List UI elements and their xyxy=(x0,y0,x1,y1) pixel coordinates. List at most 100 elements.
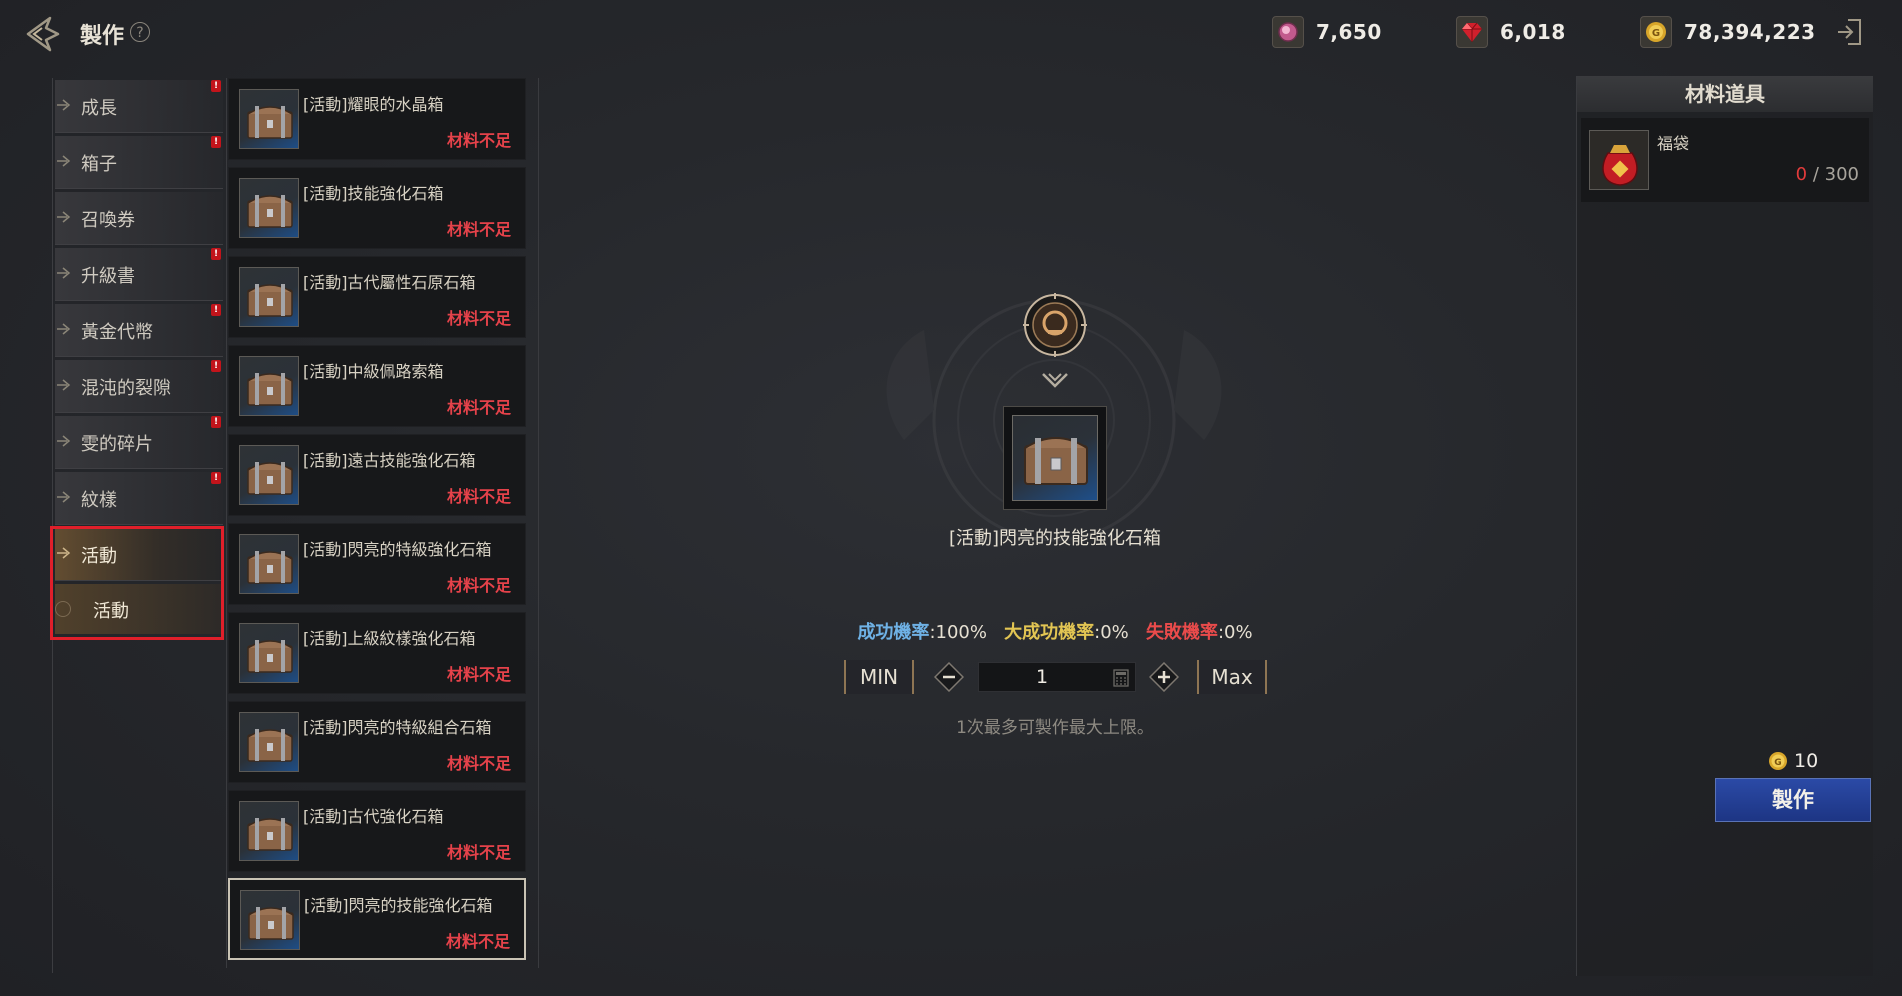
recipe-item[interactable]: [活動]閃亮的特級強化石箱 材料不足 xyxy=(228,523,526,605)
pink-gem-icon xyxy=(1272,16,1304,48)
recipe-name: [活動]閃亮的特級組合石箱 xyxy=(303,718,492,737)
red-ruby-icon xyxy=(1456,16,1488,48)
chevron-right-icon xyxy=(57,99,71,111)
currency-gold[interactable]: G 78,394,223 xyxy=(1640,16,1816,48)
category-fragment[interactable]: 雯的碎片 ! xyxy=(55,416,223,469)
category-summon-ticket[interactable]: 召喚券 xyxy=(55,192,223,245)
recipe-item[interactable]: [活動]技能強化石箱 材料不足 xyxy=(228,167,526,249)
help-icon[interactable]: ? xyxy=(130,22,150,42)
recipe-status: 材料不足 xyxy=(446,487,511,506)
recipe-item[interactable]: [活動]古代屬性石原石箱 材料不足 xyxy=(228,256,526,338)
great-success-rate-label: 大成功機率 xyxy=(1004,622,1095,643)
chevron-right-icon xyxy=(57,267,71,279)
recipe-name: [活動]遠古技能強化石箱 xyxy=(303,451,476,470)
category-label: 升級書 xyxy=(81,266,135,287)
gold-coin-icon: G xyxy=(1769,752,1787,770)
category-label: 紋樣 xyxy=(81,490,117,511)
success-rate-value: :100% xyxy=(929,622,987,643)
craft-cost-value: 10 xyxy=(1794,750,1819,772)
category-label: 召喚券 xyxy=(81,210,135,231)
alert-badge: ! xyxy=(211,304,221,316)
category-label: 成長 xyxy=(81,98,117,119)
recipe-status: 材料不足 xyxy=(446,576,511,595)
craft-cost: G 10 xyxy=(1768,748,1818,774)
material-name: 福袋 xyxy=(1657,134,1690,153)
recipe-item[interactable]: [活動]遠古技能強化石箱 材料不足 xyxy=(228,434,526,516)
recipe-name: [活動]古代屬性石原石箱 xyxy=(303,273,476,292)
recipe-name: [活動]閃亮的特級強化石箱 xyxy=(303,540,492,559)
alert-badge: ! xyxy=(211,80,221,92)
max-button[interactable]: Max xyxy=(1197,660,1267,694)
recipe-name: [活動]閃亮的技能強化石箱 xyxy=(304,896,493,915)
currency-ruby[interactable]: 6,018 xyxy=(1456,16,1566,48)
chest-icon xyxy=(239,267,299,327)
craft-button[interactable]: 製作 xyxy=(1715,778,1871,822)
chevron-right-icon xyxy=(57,211,71,223)
recipe-status: 材料不足 xyxy=(445,932,510,951)
chevron-down-icon xyxy=(1042,373,1068,388)
recipe-name: [活動]技能強化石箱 xyxy=(303,184,444,203)
material-count: 0 / 300 xyxy=(1796,164,1859,185)
recipe-status: 材料不足 xyxy=(446,843,511,862)
recipe-item-selected[interactable]: [活動]閃亮的技能強化石箱 材料不足 xyxy=(228,878,526,960)
category-growth[interactable]: 成長 ! xyxy=(55,80,223,133)
plus-icon[interactable] xyxy=(1149,662,1179,692)
recipe-name: [活動]上級紋樣強化石箱 xyxy=(303,629,476,648)
recipe-status: 材料不足 xyxy=(446,309,511,328)
recipe-name: [活動]古代強化石箱 xyxy=(303,807,444,826)
material-have: 0 xyxy=(1795,164,1808,185)
category-chaos-rift[interactable]: 混沌的裂隙 ! xyxy=(55,360,223,413)
quantity-hint: 1次最多可製作最大上限。 xyxy=(956,718,1154,738)
calculator-icon[interactable] xyxy=(1113,669,1129,687)
chest-icon xyxy=(239,178,299,238)
quantity-input[interactable]: 1 xyxy=(978,662,1136,692)
recipe-status: 材料不足 xyxy=(446,131,511,150)
currency-pink-gem[interactable]: 7,650 xyxy=(1272,16,1382,48)
crafting-skill-icon xyxy=(1023,293,1087,357)
category-label: 黃金代幣 xyxy=(81,322,153,343)
lucky-bag-icon xyxy=(1589,130,1649,190)
page-title: 製作 xyxy=(80,24,125,49)
ruby-count: 6,018 xyxy=(1500,20,1566,44)
category-gold-token[interactable]: 黃金代幣 ! xyxy=(55,304,223,357)
chest-icon xyxy=(239,801,299,861)
selection-highlight-box xyxy=(50,526,224,640)
chevron-right-icon xyxy=(57,491,71,503)
back-arrow-icon[interactable] xyxy=(20,12,64,56)
material-need: 300 xyxy=(1824,164,1859,185)
recipe-item[interactable]: [活動]上級紋樣強化石箱 材料不足 xyxy=(228,612,526,694)
top-bar: 製作 ? 7,650 6,018 G 78,394,223 xyxy=(0,0,1902,70)
great-success-rate-value: :0% xyxy=(1094,622,1129,643)
recipe-item[interactable]: [活動]中級佩路索箱 材料不足 xyxy=(228,345,526,427)
alert-badge: ! xyxy=(211,472,221,484)
recipe-item[interactable]: [活動]古代強化石箱 材料不足 xyxy=(228,790,526,872)
rates-line: 成功機率:100% 大成功機率:0% 失敗機率:0% xyxy=(820,618,1290,644)
divider xyxy=(226,78,227,968)
min-button[interactable]: MIN xyxy=(844,660,914,694)
chest-icon xyxy=(239,89,299,149)
category-pattern[interactable]: 紋樣 ! xyxy=(55,472,223,525)
result-item-slot[interactable] xyxy=(1003,406,1107,510)
chest-icon xyxy=(240,890,300,950)
gold-count: 78,394,223 xyxy=(1684,20,1816,44)
svg-text:G: G xyxy=(1774,758,1781,768)
recipe-item[interactable]: [活動]耀眼的水晶箱 材料不足 xyxy=(228,78,526,160)
category-upgrade-book[interactable]: 升級書 ! xyxy=(55,248,223,301)
category-label: 雯的碎片 xyxy=(81,434,153,455)
alert-badge: ! xyxy=(211,248,221,260)
alert-badge: ! xyxy=(211,136,221,148)
recipe-status: 材料不足 xyxy=(446,754,511,773)
chest-icon xyxy=(239,356,299,416)
category-label: 箱子 xyxy=(81,154,117,175)
chest-icon xyxy=(1012,415,1098,501)
success-rate-label: 成功機率 xyxy=(857,622,930,643)
chest-icon xyxy=(239,534,299,594)
chevron-right-icon xyxy=(57,435,71,447)
recipe-item[interactable]: [活動]閃亮的特級組合石箱 材料不足 xyxy=(228,701,526,783)
exit-icon[interactable] xyxy=(1834,16,1866,48)
minus-icon[interactable] xyxy=(934,662,964,692)
category-box[interactable]: 箱子 ! xyxy=(55,136,223,189)
materials-header: 材料道具 xyxy=(1577,76,1873,112)
alert-badge: ! xyxy=(211,360,221,372)
material-item[interactable]: 福袋 0 / 300 xyxy=(1581,118,1869,202)
